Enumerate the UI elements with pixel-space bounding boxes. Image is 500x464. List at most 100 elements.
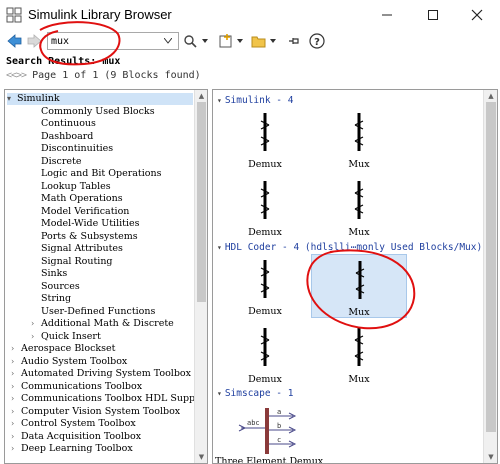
scroll-up-icon[interactable]: ▲ — [484, 90, 497, 102]
expand-chevron-icon[interactable]: › — [11, 431, 21, 443]
tree-item[interactable]: › Aerospace Blockset — [11, 343, 115, 355]
expand-chevron-icon[interactable]: › — [11, 393, 21, 405]
tree-item[interactable]: › Quick Insert — [31, 331, 101, 343]
search-history-dropdown[interactable] — [160, 33, 176, 49]
tree-item[interactable]: Commonly Used Blocks — [41, 106, 155, 118]
maximize-button[interactable] — [410, 0, 456, 30]
expand-chevron-icon[interactable]: › — [11, 343, 21, 355]
search-options-button[interactable] — [182, 31, 210, 51]
close-icon — [471, 9, 483, 21]
tree-item[interactable]: Discrete — [41, 156, 81, 168]
block-demux[interactable]: Demux — [217, 322, 313, 386]
expand-chevron-icon[interactable]: › — [11, 356, 21, 368]
expand-chevron-icon[interactable]: › — [11, 368, 21, 380]
block-mux[interactable]: Mux — [311, 322, 407, 386]
tree-item-label: Ports & Subsystems — [41, 230, 138, 242]
tree-item-label: Dashboard — [41, 130, 94, 142]
close-button[interactable] — [454, 0, 500, 30]
new-model-icon — [219, 34, 243, 48]
tree-item-label: Math Operations — [41, 193, 123, 204]
tree-item-label: Lookup Tables — [41, 180, 111, 192]
tree-item[interactable]: Math Operations — [41, 193, 123, 205]
tree-item-label: Communications Toolbox HDL Support — [21, 393, 208, 404]
block-mux[interactable]: Mux — [311, 254, 407, 318]
block-three-element-demux[interactable]: abc a b c Three Element Demux — [215, 402, 325, 463]
results-scroll-thumb[interactable] — [486, 102, 496, 432]
tree-item[interactable]: › Audio System Toolbox — [11, 356, 127, 368]
open-button[interactable] — [250, 31, 280, 51]
block-mux[interactable]: Mux — [311, 175, 407, 239]
port-label-c: c — [277, 436, 281, 444]
tree-item[interactable]: Signal Attributes — [41, 243, 123, 255]
tree-item[interactable]: › Data Acquisition Toolbox — [11, 431, 141, 443]
tree-item-label: Quick Insert — [41, 330, 101, 342]
expand-chevron-icon[interactable]: › — [11, 443, 21, 455]
pager: <<>> Page 1 of 1 (9 Blocks found) — [6, 70, 201, 81]
search-results-label: Search Results: mux — [6, 56, 121, 67]
window-title: Simulink Library Browser — [28, 7, 172, 22]
tree-item[interactable]: Model Verification — [41, 206, 129, 218]
tree-item[interactable]: Continuous — [41, 118, 96, 130]
forward-button[interactable] — [25, 31, 45, 51]
expand-chevron-icon[interactable]: › — [11, 406, 21, 418]
tree-item-simulink[interactable]: ▾ Simulink — [7, 93, 193, 105]
tree-item-label: Communications Toolbox — [21, 380, 143, 392]
tree-item[interactable]: Logic and Bit Operations — [41, 168, 162, 180]
scroll-down-icon[interactable]: ▼ — [195, 451, 207, 463]
toolbar: ? — [0, 30, 500, 52]
expand-chevron-icon[interactable]: › — [31, 318, 41, 330]
minimize-button[interactable] — [364, 0, 410, 30]
tree-item[interactable]: Discontinuities — [41, 143, 113, 155]
tree-item[interactable]: Sources — [41, 281, 80, 293]
tree-item[interactable]: › Computer Vision System Toolbox — [11, 406, 180, 418]
section-header-simscape[interactable]: ▾ Simscape - 1 — [217, 388, 293, 399]
expand-chevron-icon[interactable]: › — [11, 418, 21, 430]
search-input[interactable] — [48, 33, 160, 49]
tree-item[interactable]: Signal Routing — [41, 256, 113, 268]
block-mux[interactable]: Mux — [311, 107, 407, 171]
new-model-button[interactable] — [217, 31, 247, 51]
block-demux[interactable]: Demux — [217, 107, 313, 171]
pager-text: Page 1 of 1 (9 Blocks found) — [32, 70, 201, 81]
tree-scroll-thumb[interactable] — [197, 102, 206, 302]
tree-item-label: Computer Vision System Toolbox — [21, 405, 181, 417]
mux-block-icon — [354, 328, 364, 366]
collapse-icon[interactable]: ▾ — [7, 93, 17, 105]
pager-nav-buttons[interactable]: <<>> — [6, 70, 27, 81]
expand-triangle-icon: ▾ — [217, 389, 222, 398]
search-box — [47, 32, 179, 50]
pin-button[interactable] — [286, 31, 302, 51]
block-label: Mux — [348, 227, 370, 238]
tree-item[interactable]: String — [41, 293, 71, 305]
back-button[interactable] — [4, 31, 24, 51]
expand-chevron-icon[interactable]: › — [11, 381, 21, 393]
block-demux[interactable]: Demux — [217, 254, 313, 318]
tree-item[interactable]: › Communications Toolbox — [11, 381, 142, 393]
results-scrollbar[interactable]: ▲ ▼ — [483, 90, 497, 463]
scroll-up-icon[interactable]: ▲ — [195, 90, 207, 102]
search-options-icon — [184, 35, 208, 48]
tree-item-label: Automated Driving System Toolbox — [21, 368, 192, 379]
mux-block-icon — [354, 181, 364, 219]
tree-item[interactable]: › Additional Math & Discrete — [31, 318, 174, 330]
scroll-down-icon[interactable]: ▼ — [484, 451, 497, 463]
tree-item[interactable]: › Deep Learning Toolbox — [11, 443, 133, 455]
section-header-simulink[interactable]: ▾ Simulink - 4 — [217, 95, 293, 106]
tree-item[interactable]: › Automated Driving System Toolbox — [11, 368, 191, 380]
tree-item[interactable]: Dashboard — [41, 131, 93, 143]
tree-item-label: Model Verification — [41, 205, 130, 217]
expand-chevron-icon[interactable]: › — [31, 331, 41, 343]
tree-item[interactable]: › Communications Toolbox HDL Support — [11, 393, 208, 405]
tree-item[interactable]: Sinks — [41, 268, 67, 280]
tree-scrollbar[interactable]: ▲ ▼ — [194, 90, 207, 463]
tree-item[interactable]: Ports & Subsystems — [41, 231, 138, 243]
port-label-b: b — [277, 422, 281, 430]
section-header-hdl-coder[interactable]: ▾ HDL Coder - 4 (hdlslli⋯monly Used Block… — [217, 242, 482, 253]
tree-item-label: Additional Math & Discrete — [41, 318, 174, 329]
block-demux[interactable]: Demux — [217, 175, 313, 239]
tree-item[interactable]: Lookup Tables — [41, 181, 111, 193]
help-button[interactable]: ? — [308, 31, 326, 51]
tree-item[interactable]: › Control System Toolbox — [11, 418, 136, 430]
tree-item[interactable]: Model-Wide Utilities — [41, 218, 140, 230]
tree-item[interactable]: User-Defined Functions — [41, 306, 155, 318]
